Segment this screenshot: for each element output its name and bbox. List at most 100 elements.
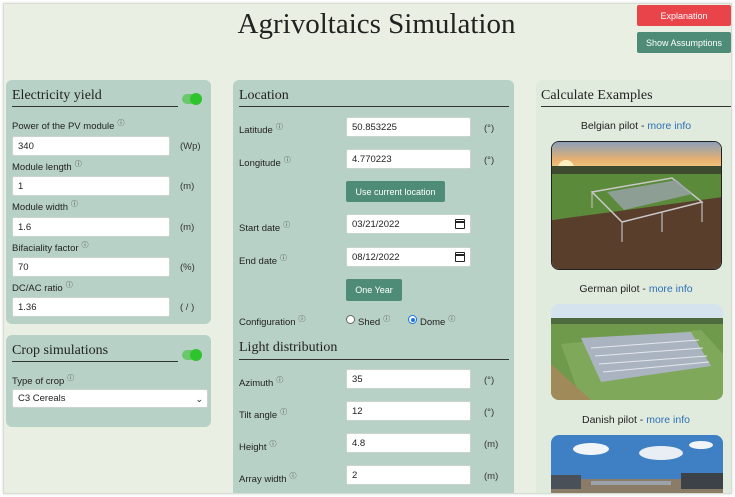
calendar-icon[interactable] xyxy=(455,219,465,229)
module-length-input[interactable]: 1 xyxy=(12,176,170,196)
calculate-examples-heading: Calculate Examples xyxy=(541,88,653,103)
electricity-toggle[interactable] xyxy=(182,93,202,105)
field-label-module-length: Module length ⓘ xyxy=(12,161,82,174)
help-icon[interactable]: ⓘ xyxy=(284,157,291,164)
field-label-longitude: Longitude ⓘ xyxy=(239,157,291,170)
help-icon[interactable]: ⓘ xyxy=(75,161,82,168)
end-date-value: 08/12/2022 xyxy=(352,251,400,263)
end-date-input[interactable]: 08/12/2022 xyxy=(346,247,471,267)
radio-shed[interactable] xyxy=(346,315,355,324)
electricity-yield-panel: Electricity yield Power of the PV module… xyxy=(6,80,211,324)
help-icon[interactable]: ⓘ xyxy=(117,120,124,127)
field-label-array-width: Array width ⓘ xyxy=(239,473,297,486)
heading-divider xyxy=(541,106,731,107)
longitude-unit: (°) xyxy=(484,155,495,166)
bifaciality-unit: (%) xyxy=(180,262,195,273)
more-info-link[interactable]: more info xyxy=(649,283,693,295)
tilt-input[interactable]: 12 xyxy=(346,401,471,421)
tilt-unit: (°) xyxy=(484,407,495,418)
heading-divider xyxy=(12,106,178,107)
heading-divider xyxy=(239,359,509,360)
more-info-link[interactable]: more info xyxy=(646,414,690,426)
help-icon[interactable]: ⓘ xyxy=(82,242,89,249)
help-icon[interactable]: ⓘ xyxy=(448,316,455,323)
more-info-link[interactable]: more info xyxy=(647,120,691,132)
help-icon[interactable]: ⓘ xyxy=(67,375,74,382)
electricity-yield-heading: Electricity yield xyxy=(12,88,102,103)
array-width-input[interactable]: 2 xyxy=(346,465,471,485)
example-caption-german: German pilot - more info xyxy=(536,283,731,295)
help-icon[interactable]: ⓘ xyxy=(280,409,287,416)
help-icon[interactable]: ⓘ xyxy=(276,377,283,384)
height-unit: (m) xyxy=(484,439,499,450)
azimuth-input[interactable]: 35 xyxy=(346,369,471,389)
field-label-end-date: End date ⓘ xyxy=(239,255,288,268)
field-label-crop-type: Type of crop ⓘ xyxy=(12,375,75,388)
crop-type-select[interactable]: C3 Cereals ⌄ xyxy=(12,389,208,408)
help-icon[interactable]: ⓘ xyxy=(383,316,390,323)
start-date-value: 03/21/2022 xyxy=(352,218,400,230)
field-label-power: Power of the PV module ⓘ xyxy=(12,120,125,133)
danish-pilot-image xyxy=(551,435,723,493)
power-input[interactable]: 340 xyxy=(12,136,170,156)
module-length-unit: (m) xyxy=(180,181,195,192)
power-unit: (Wp) xyxy=(180,141,201,152)
height-input[interactable]: 4.8 xyxy=(346,433,471,453)
page: Agrivoltaics Simulation Explanation Show… xyxy=(3,3,732,494)
danish-pilot-photo[interactable] xyxy=(551,435,723,493)
example-caption-belgian: Belgian pilot - more info xyxy=(536,120,731,132)
dcac-unit: ( / ) xyxy=(180,302,195,313)
crop-simulations-heading: Crop simulations xyxy=(12,343,109,358)
show-assumptions-button[interactable]: Show Assumptions xyxy=(637,32,731,53)
crop-toggle[interactable] xyxy=(182,349,202,361)
azimuth-unit: (°) xyxy=(484,375,495,386)
help-icon[interactable]: ⓘ xyxy=(283,222,290,229)
german-pilot-image xyxy=(551,304,723,400)
help-icon[interactable]: ⓘ xyxy=(71,201,78,208)
field-label-module-width: Module width ⓘ xyxy=(12,201,78,214)
calculate-examples-panel: Calculate Examples Belgian pilot - more … xyxy=(536,80,731,493)
help-icon[interactable]: ⓘ xyxy=(66,282,73,289)
start-date-input[interactable]: 03/21/2022 xyxy=(346,214,471,234)
help-icon[interactable]: ⓘ xyxy=(299,316,306,323)
chevron-down-icon: ⌄ xyxy=(195,394,203,404)
location-panel: Location Latitude ⓘ 50.853225 (°) Longitu… xyxy=(233,80,514,493)
one-year-button[interactable]: One Year xyxy=(346,279,402,301)
belgian-pilot-image xyxy=(552,142,721,269)
field-label-height: Height ⓘ xyxy=(239,441,277,454)
field-label-latitude: Latitude ⓘ xyxy=(239,124,283,137)
belgian-pilot-photo[interactable] xyxy=(551,141,722,270)
module-width-unit: (m) xyxy=(180,222,195,233)
use-current-location-button[interactable]: Use current location xyxy=(346,181,445,202)
light-distribution-heading: Light distribution xyxy=(239,340,338,355)
calendar-icon[interactable] xyxy=(455,252,465,262)
explanation-button[interactable]: Explanation xyxy=(637,5,731,26)
example-caption-danish: Danish pilot - more info xyxy=(536,414,731,426)
example-name: Belgian pilot - xyxy=(580,120,648,132)
help-icon[interactable]: ⓘ xyxy=(269,441,276,448)
longitude-input[interactable]: 4.770223 xyxy=(346,149,471,169)
field-label-configuration: Configuration ⓘ xyxy=(239,316,306,329)
heading-divider xyxy=(12,361,178,362)
radio-dome-label: Dome ⓘ xyxy=(420,316,456,329)
heading-divider xyxy=(239,106,509,107)
radio-dome[interactable] xyxy=(408,315,417,324)
crop-simulations-panel: Crop simulations Type of crop ⓘ C3 Cereal… xyxy=(6,335,211,427)
help-icon[interactable]: ⓘ xyxy=(290,473,297,480)
bifaciality-input[interactable]: 70 xyxy=(12,257,170,277)
toggle-knob xyxy=(190,349,202,361)
radio-shed-label: Shed ⓘ xyxy=(358,316,391,329)
dcac-input[interactable]: 1.36 xyxy=(12,297,170,317)
help-icon[interactable]: ⓘ xyxy=(276,124,283,131)
german-pilot-photo[interactable] xyxy=(551,304,723,400)
crop-type-value: C3 Cereals xyxy=(18,393,66,404)
module-width-input[interactable]: 1.6 xyxy=(12,217,170,237)
location-heading: Location xyxy=(239,88,289,103)
latitude-input[interactable]: 50.853225 xyxy=(346,117,471,137)
help-icon[interactable]: ⓘ xyxy=(280,255,287,262)
page-title: Agrivoltaics Simulation xyxy=(237,8,516,40)
example-name: Danish pilot - xyxy=(582,414,647,426)
field-label-bifaciality: Bifaciality factor ⓘ xyxy=(12,242,89,255)
array-width-unit: (m) xyxy=(484,471,499,482)
field-label-dcac: DC/AC ratio ⓘ xyxy=(12,282,73,295)
